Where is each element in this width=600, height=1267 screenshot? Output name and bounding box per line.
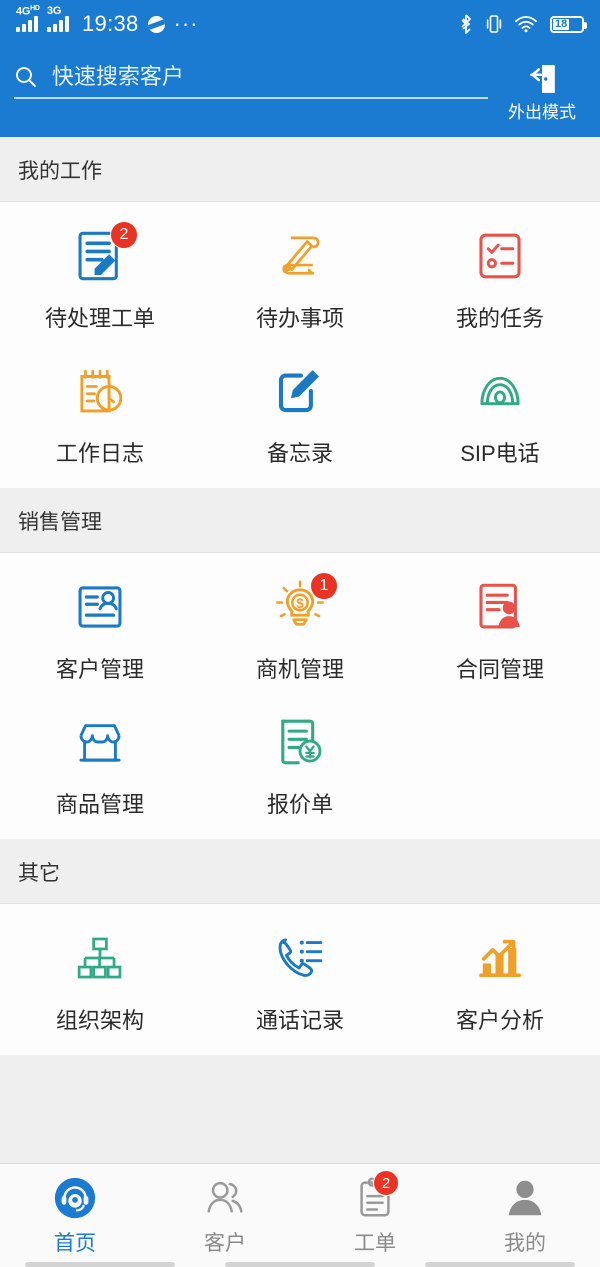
grid-item-label: 商机管理 xyxy=(255,657,344,682)
telephone-icon xyxy=(468,359,532,423)
storefront-icon xyxy=(68,710,132,774)
network-secondary-label: 3G xyxy=(47,5,62,17)
search-icon[interactable] xyxy=(14,64,38,90)
signal-4ghd-icon: 4GHD xyxy=(16,5,40,32)
network-primary-label: 4G xyxy=(16,5,31,18)
badge-count: 1 xyxy=(309,572,338,600)
browser-icon xyxy=(147,15,165,33)
status-clock: 19:38 xyxy=(82,11,139,36)
vibrate-icon xyxy=(486,15,502,33)
search-field-wrapper xyxy=(14,60,488,99)
search-input[interactable] xyxy=(51,64,488,90)
calendar-clock-icon xyxy=(68,359,132,423)
home-indicator xyxy=(0,1261,600,1267)
grid-item-label: 通话记录 xyxy=(255,1008,344,1033)
status-bar-left: 4GHD 3G 19:38 ··· xyxy=(16,5,199,37)
status-bar-right: 18 xyxy=(459,14,587,34)
grid-item-sip-phone[interactable]: SIP电话 xyxy=(400,343,600,478)
grid-item-product-mgmt[interactable]: 商品管理 xyxy=(0,694,200,829)
grid-item-label: 商品管理 xyxy=(55,792,144,817)
phone-list-icon xyxy=(268,926,332,990)
grid-item-label: 工作日志 xyxy=(55,441,144,466)
grid-item-label: 组织架构 xyxy=(55,1008,144,1033)
status-bar: 4GHD 3G 19:38 ··· 18 xyxy=(0,0,600,48)
grid-item-customer-analysis[interactable]: 客户分析 xyxy=(400,910,600,1045)
empty-area xyxy=(0,1055,600,1163)
grid-item-label: 我的任务 xyxy=(455,306,544,331)
bar-chart-up-icon xyxy=(468,926,532,990)
bluetooth-icon xyxy=(461,14,472,34)
grid-item-contract-mgmt[interactable]: 合同管理 xyxy=(400,559,600,694)
id-card-person-icon xyxy=(68,575,132,639)
search-underline xyxy=(14,97,488,99)
clipboard-icon: 2 xyxy=(351,1170,399,1222)
signal-3g-icon: 3G xyxy=(47,5,69,32)
grid-item-pending-workorder[interactable]: 2 待处理工单 xyxy=(0,208,200,343)
contract-person-icon xyxy=(468,575,532,639)
quotation-yuan-icon xyxy=(268,710,332,774)
grid-item-customer-mgmt[interactable]: 客户管理 xyxy=(0,559,200,694)
org-chart-icon xyxy=(68,926,132,990)
grid-item-call-log[interactable]: 通话记录 xyxy=(200,910,400,1045)
checklist-icon xyxy=(468,224,532,288)
svg-text:$: $ xyxy=(296,596,304,611)
grid-item-label: 报价单 xyxy=(266,792,333,817)
out-mode-button[interactable]: 外出模式 xyxy=(498,60,586,123)
grid-item-opportunity-mgmt[interactable]: $ 1 商机管理 xyxy=(200,559,400,694)
grid-item-label: 客户分析 xyxy=(455,1008,544,1033)
grid-item-my-tasks[interactable]: 我的任务 xyxy=(400,208,600,343)
tab-workorder[interactable]: 2 工单 xyxy=(300,1170,450,1257)
grid-item-label: 客户管理 xyxy=(55,657,144,682)
section-header-sales: 销售管理 xyxy=(0,488,600,553)
grid-item-label: 待办事项 xyxy=(255,306,344,331)
badge-count: 2 xyxy=(109,221,138,249)
grid-my-work: 2 待处理工单 待办事项 我的任务 工作日志 备忘录 SIP电话 xyxy=(0,202,600,488)
tab-mine[interactable]: 我的 xyxy=(450,1174,600,1257)
battery-level-label: 18 xyxy=(553,17,570,30)
network-primary-sup: HD xyxy=(30,5,40,12)
grid-item-label: SIP电话 xyxy=(460,441,540,466)
badge-count: 2 xyxy=(373,1170,399,1196)
content-scroll[interactable]: 我的工作 2 待处理工单 待办事项 我的任务 工作日志 备忘录 SIP电话 销售… xyxy=(0,137,600,1163)
people-icon xyxy=(201,1174,249,1222)
grid-item-label: 合同管理 xyxy=(455,657,544,682)
note-edit-icon xyxy=(268,359,332,423)
tab-label: 我的 xyxy=(504,1232,546,1255)
door-exit-icon xyxy=(530,65,555,93)
document-pencil-icon: 2 xyxy=(68,221,138,288)
grid-sales: 客户管理 $ 1 商机管理 合同管理 商品管理 报价单 xyxy=(0,553,600,839)
grid-other: 组织架构 通话记录 客户分析 xyxy=(0,904,600,1055)
headset-home-icon xyxy=(51,1174,99,1222)
overflow-dots-icon: ··· xyxy=(173,11,199,36)
grid-item-org-structure[interactable]: 组织架构 xyxy=(0,910,200,1045)
section-header-other: 其它 xyxy=(0,839,600,904)
tab-home[interactable]: 首页 xyxy=(0,1174,150,1257)
app-screen: 4GHD 3G 19:38 ··· 18 快速搜索客户 外出模式 我的工作 2 … xyxy=(0,0,600,1267)
grid-item-label: 备忘录 xyxy=(266,441,333,466)
person-profile-icon xyxy=(501,1174,549,1222)
grid-item-label: 待处理工单 xyxy=(44,306,155,331)
lightbulb-dollar-icon: $ 1 xyxy=(268,572,338,639)
search-header: 外出模式 xyxy=(0,48,600,137)
bottom-tab-bar: 首页 客户 2 工单 我的 xyxy=(0,1163,600,1267)
tab-label: 工单 xyxy=(354,1232,396,1255)
scroll-pen-icon xyxy=(268,224,332,288)
battery-icon: 18 xyxy=(550,15,587,33)
tab-label: 首页 xyxy=(54,1232,96,1255)
wifi-icon xyxy=(515,16,537,33)
section-header-my-work: 我的工作 xyxy=(0,137,600,202)
grid-item-memo[interactable]: 备忘录 xyxy=(200,343,400,478)
grid-item-todo[interactable]: 待办事项 xyxy=(200,208,400,343)
out-mode-label: 外出模式 xyxy=(508,103,576,122)
grid-item-quotation[interactable]: 报价单 xyxy=(200,694,400,829)
tab-label: 客户 xyxy=(204,1232,246,1255)
tab-customer[interactable]: 客户 xyxy=(150,1174,300,1257)
grid-item-work-log[interactable]: 工作日志 xyxy=(0,343,200,478)
